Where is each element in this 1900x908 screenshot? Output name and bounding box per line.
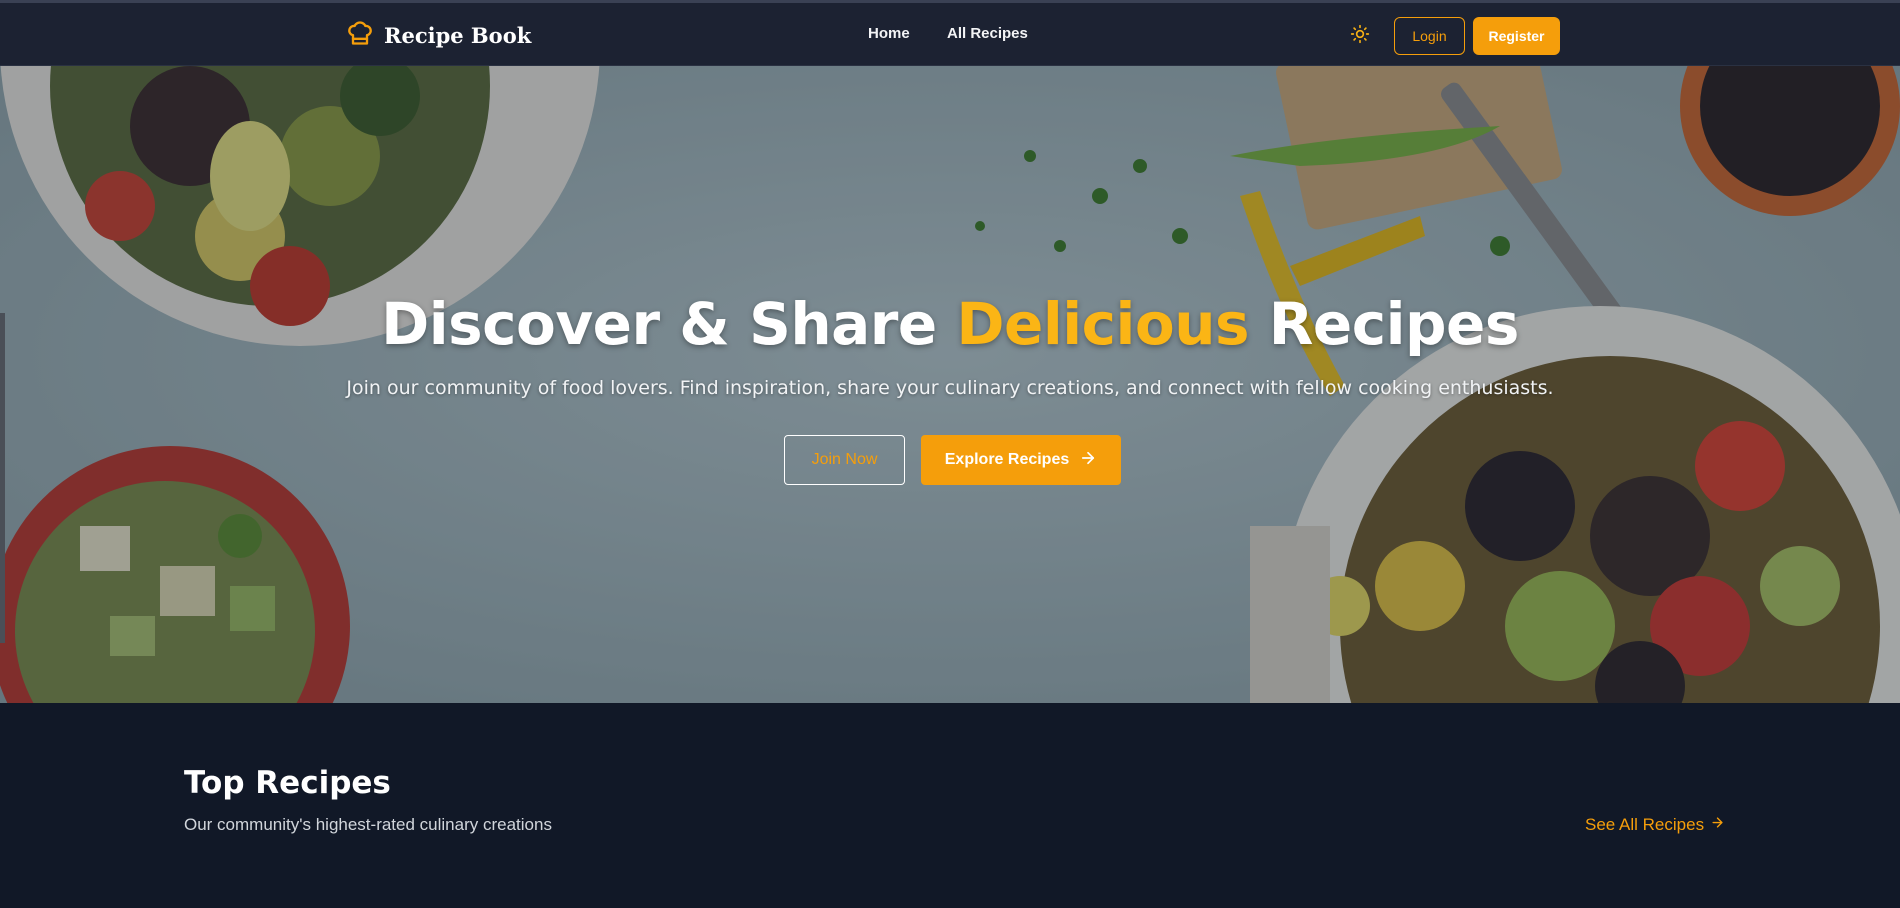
explore-recipes-button[interactable]: Explore Recipes: [921, 435, 1121, 485]
sun-icon: [1350, 24, 1370, 49]
login-button[interactable]: Login: [1394, 17, 1465, 55]
hero-title-part2: Recipes: [1249, 290, 1520, 358]
theme-toggle-button[interactable]: [1349, 24, 1371, 49]
chef-hat-icon: [346, 19, 374, 52]
brand-name: Recipe Book: [384, 22, 532, 48]
hero-title: Discover & Share Delicious Recipes: [0, 290, 1900, 358]
scroll-edge-handle[interactable]: [0, 313, 5, 643]
navbar: Recipe Book Home All Recipes Login Regis…: [0, 0, 1900, 66]
register-button[interactable]: Register: [1473, 17, 1560, 55]
explore-recipes-label: Explore Recipes: [944, 451, 1070, 468]
hero-subtitle: Join our community of food lovers. Find …: [346, 377, 1554, 399]
hero-section: Discover & Share Delicious Recipes Join …: [0, 66, 1900, 703]
section-title: Top Recipes: [184, 765, 391, 801]
nav-link-home[interactable]: Home: [868, 25, 910, 42]
see-all-recipes-link[interactable]: See All Recipes: [1585, 815, 1725, 835]
brand-link[interactable]: Recipe Book: [346, 19, 531, 51]
hero-title-accent: Delicious: [956, 290, 1250, 358]
arrow-right-icon: [1079, 449, 1097, 472]
join-now-button[interactable]: Join Now: [784, 435, 905, 485]
see-all-label: See All Recipes: [1585, 815, 1705, 834]
section-subtitle: Our community's highest-rated culinary c…: [184, 815, 552, 834]
hero-title-part1: Discover & Share: [381, 290, 957, 358]
nav-link-all-recipes[interactable]: All Recipes: [947, 25, 1028, 42]
arrow-right-icon: [1710, 815, 1725, 835]
